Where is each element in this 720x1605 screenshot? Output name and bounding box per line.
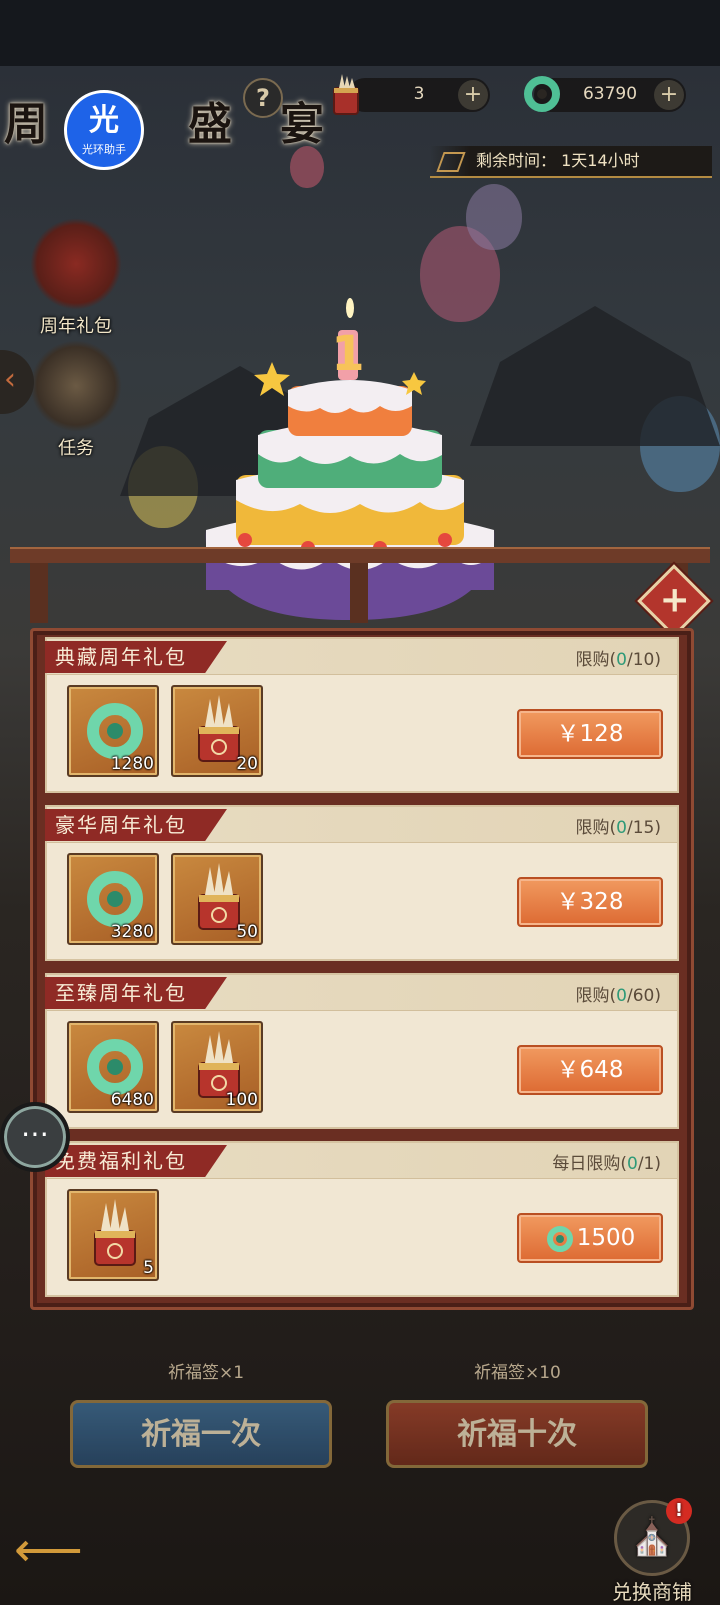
jade-dragon-icon — [524, 76, 560, 112]
reward-item-prayer-token[interactable]: 5 — [67, 1189, 159, 1281]
item-count: 3280 — [110, 922, 154, 942]
reward-item-prayer-token[interactable]: 50 — [171, 853, 263, 945]
reward-item-jade[interactable]: 3280 — [67, 853, 159, 945]
chat-icon[interactable]: ⋯ — [0, 1102, 70, 1172]
side-menu-label: 周年礼包 — [40, 316, 112, 337]
reward-item-jade[interactable]: 6480 — [67, 1021, 159, 1113]
timer-value: 1天14小时 — [561, 151, 640, 170]
scroll-icon — [30, 340, 122, 432]
remaining-time-banner: 剩余时间： 1天14小时 — [430, 146, 712, 178]
item-count: 50 — [236, 922, 258, 942]
prayer-token-icon — [333, 74, 359, 115]
pack-title: 典藏周年礼包 — [45, 641, 227, 673]
prayer-token-icon — [94, 1199, 136, 1266]
prayer-token-counter: 3 + — [348, 78, 490, 112]
pack-title: 至臻周年礼包 — [45, 977, 227, 1009]
item-count: 6480 — [110, 1090, 154, 1110]
cake-candle-number: 1 — [331, 326, 364, 382]
notification-badge: ! — [666, 1498, 692, 1524]
exchange-shop-button[interactable]: ⛪ ! 兑换商铺 — [592, 1498, 712, 1605]
gift-pack-card: 豪华周年礼包 限购(0/15) 3280 50 ￥328 — [45, 805, 679, 961]
helper-text: 光环助手 — [82, 143, 126, 156]
pray-ten-cost: 祈福签×10 — [474, 1363, 561, 1383]
purchase-limit: 限购(0/10) — [575, 650, 661, 670]
side-menu-task[interactable]: 任务 — [26, 340, 126, 460]
add-jade-button[interactable]: + — [654, 80, 684, 110]
event-title: 周年盛宴 — [4, 99, 372, 150]
balcony-railing — [10, 527, 710, 623]
shop-label: 兑换商铺 — [612, 1580, 692, 1604]
reward-item-prayer-token[interactable]: 100 — [171, 1021, 263, 1113]
gift-pack-panel: 典藏周年礼包 限购(0/10) 1280 20 ￥128 豪华周年礼包 限购(0… — [30, 628, 694, 1310]
helper-overlay-badge[interactable]: 光 光环助手 — [64, 90, 144, 170]
item-count: 100 — [225, 1090, 258, 1110]
reward-item-jade[interactable]: 1280 — [67, 685, 159, 777]
gift-pack-card: 至臻周年礼包 限购(0/60) 6480 100 ￥648 — [45, 973, 679, 1129]
pray-once-button[interactable]: 祈福一次 — [70, 1400, 332, 1468]
balloon-decoration — [466, 184, 522, 250]
gift-chest-icon — [30, 218, 122, 310]
buy-with-jade-button[interactable]: 1500 — [517, 1213, 663, 1263]
jade-dragon-icon — [546, 1225, 573, 1252]
status-bar — [0, 0, 720, 66]
gift-pack-card: 典藏周年礼包 限购(0/10) 1280 20 ￥128 — [45, 637, 679, 793]
pray-ten-button[interactable]: 祈福十次 — [386, 1400, 648, 1468]
buy-button[interactable]: ￥328 — [517, 877, 663, 927]
purchase-limit: 限购(0/60) — [575, 986, 661, 1006]
pack-title: 豪华周年礼包 — [45, 809, 227, 841]
reward-item-prayer-token[interactable]: 20 — [171, 685, 263, 777]
buy-button[interactable]: ￥648 — [517, 1045, 663, 1095]
help-icon[interactable]: ? — [243, 78, 283, 118]
side-menu-label: 任务 — [58, 438, 94, 459]
clock-ornament-icon — [436, 152, 466, 172]
balloon-decoration — [290, 146, 324, 188]
helper-glyph: 光 — [89, 103, 119, 138]
timer-label: 剩余时间： — [476, 151, 557, 170]
pack-title: 免费福利礼包 — [45, 1145, 227, 1177]
add-prayer-token-button[interactable]: + — [458, 80, 488, 110]
item-count: 20 — [236, 754, 258, 774]
pray-once-cost: 祈福签×1 — [168, 1363, 245, 1383]
item-count: 5 — [143, 1258, 154, 1278]
back-arrow-icon[interactable]: ⟵ — [14, 1520, 94, 1580]
item-count: 1280 — [110, 754, 154, 774]
buy-button[interactable]: ￥128 — [517, 709, 663, 759]
side-menu-anniversary-gift[interactable]: 周年礼包 — [26, 218, 126, 338]
purchase-limit: 限购(0/15) — [575, 818, 661, 838]
building-roof — [470, 306, 720, 446]
jade-price: 1500 — [576, 1225, 636, 1251]
daily-purchase-limit: 每日限购(0/1) — [552, 1154, 661, 1174]
close-icon: + — [659, 579, 690, 621]
gift-pack-card: 免费福利礼包 每日限购(0/1) 5 1500 — [45, 1141, 679, 1297]
